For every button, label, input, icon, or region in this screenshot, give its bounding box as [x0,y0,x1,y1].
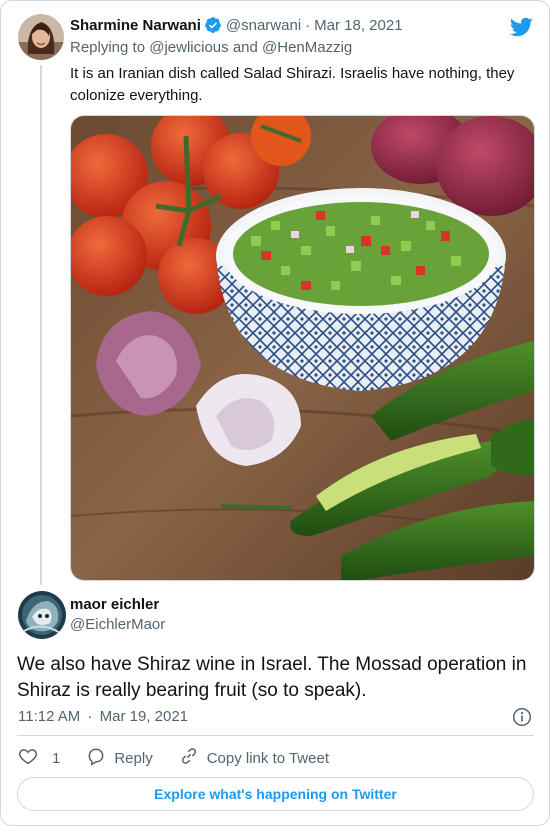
reply-author-avatar[interactable] [18,591,66,639]
reply-timestamp[interactable]: 11:12 AM · Mar 19, 2021 [18,708,188,725]
parent-author-name[interactable]: Sharmine Narwani [70,17,201,34]
verified-badge-icon [204,16,222,34]
date-separator: · [305,16,311,34]
tweet-embed-card: Sharmine Narwani @snarwani · Mar 18, 202… [0,0,550,826]
like-button[interactable]: 1 [18,746,60,770]
info-icon[interactable] [512,707,532,727]
copy-link-label: Copy link to Tweet [206,749,329,767]
replying-and: and [232,39,258,56]
twitter-bird-icon[interactable] [509,15,533,39]
parent-author-avatar[interactable] [18,14,64,60]
parent-author-handle[interactable]: @snarwani [226,17,301,34]
reply-date[interactable]: Mar 19, 2021 [100,708,188,725]
reply-author-handle[interactable]: @EichlerMaor [70,616,165,633]
copy-link-button[interactable]: Copy link to Tweet [179,746,329,770]
reply-time[interactable]: 11:12 AM [18,708,80,725]
tweet-photo[interactable] [70,115,535,581]
timestamp-separator: · [87,708,93,725]
replying-prefix: Replying to [70,39,146,56]
reply-button[interactable]: Reply [86,746,153,770]
parent-author-line: Sharmine Narwani @snarwani · Mar 18, 202… [70,16,403,34]
divider [17,735,534,736]
replying-to-line: Replying to @jewlicious and @HenMazzig [70,39,352,56]
reply-bubble-icon [86,746,114,770]
like-count: 1 [52,749,61,767]
parent-tweet-text: It is an Iranian dish called Salad Shira… [70,65,515,104]
reply-tweet-text: We also have Shiraz wine in Israel. The … [17,654,527,701]
tweet-actions-bar: 1 Reply Copy link to Tweet [18,746,355,770]
mention-link[interactable]: @jewlicious [149,39,228,56]
thread-connector-line [40,65,42,585]
link-icon [179,746,207,770]
mention-link[interactable]: @HenMazzig [262,39,352,56]
reply-author-name[interactable]: maor eichler [70,596,159,613]
explore-twitter-button[interactable]: Explore what's happening on Twitter [17,777,534,811]
parent-tweet-date[interactable]: Mar 18, 2021 [314,17,402,34]
reply-label: Reply [114,749,153,767]
heart-icon [18,746,46,770]
